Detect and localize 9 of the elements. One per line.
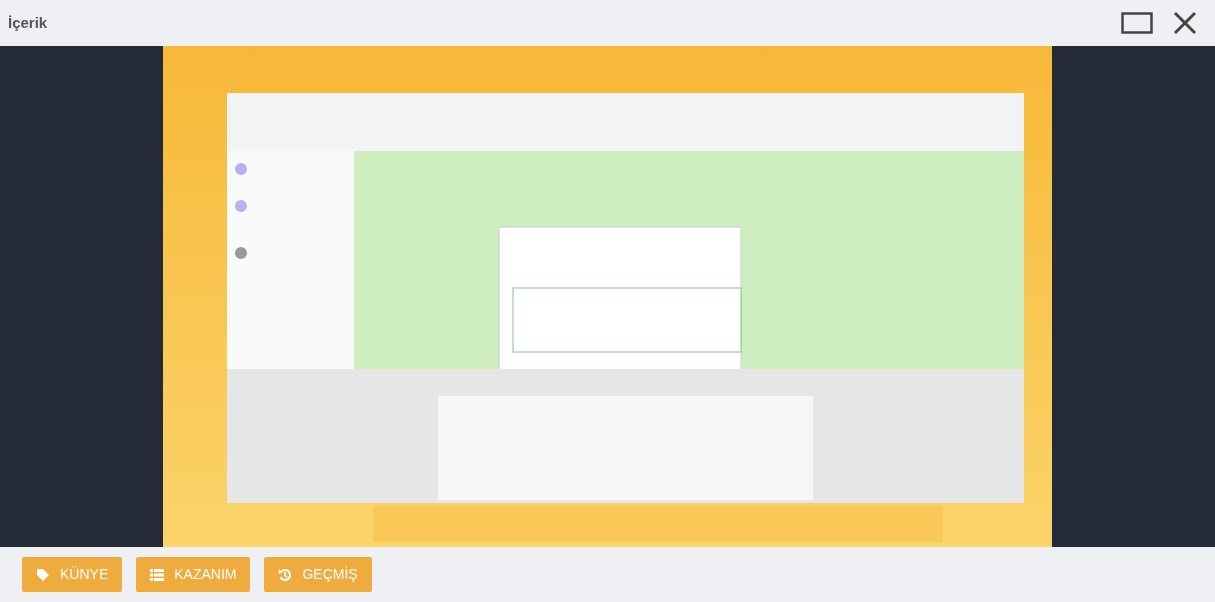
maximize-icon[interactable] bbox=[1121, 12, 1153, 34]
close-icon[interactable] bbox=[1173, 11, 1197, 35]
toolbar-button[interactable]: GEÇMİŞ bbox=[264, 557, 372, 592]
history-icon bbox=[278, 567, 293, 582]
toolbar-button[interactable]: KAZANIM bbox=[136, 557, 251, 592]
list-icon bbox=[150, 568, 165, 581]
window-title: İçerik bbox=[8, 12, 48, 33]
toolbar-button[interactable]: KÜNYE bbox=[22, 557, 123, 592]
tag-icon bbox=[36, 567, 50, 582]
